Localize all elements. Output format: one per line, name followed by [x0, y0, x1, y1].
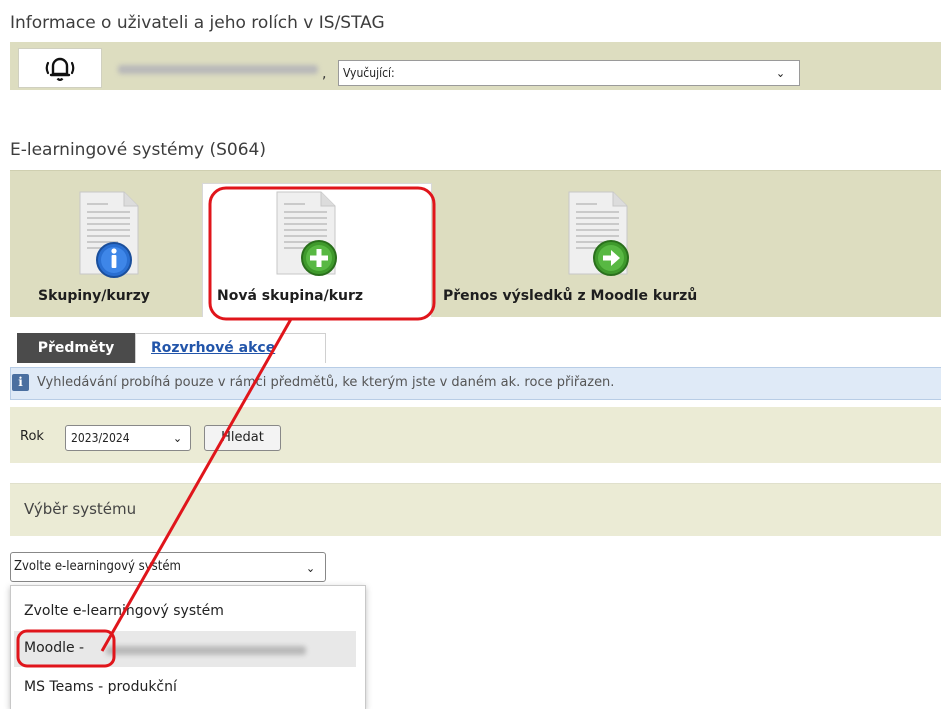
tab-predmety[interactable]: Předměty — [17, 333, 135, 363]
chevron-down-icon: ⌄ — [172, 431, 182, 445]
system-option[interactable]: Zvolte e-learningový systém — [24, 603, 224, 619]
bell-icon — [45, 57, 75, 81]
module-nova-skupina-kurz[interactable]: Nová skupina/kurz — [205, 190, 427, 316]
year-select[interactable]: 2023/2024 ⌄ — [65, 425, 191, 451]
rok-label: Rok — [20, 429, 44, 444]
year-select-value: 2023/2024 — [71, 431, 130, 445]
module-skupiny-kurzy[interactable]: Skupiny/kurzy — [20, 190, 190, 316]
system-bar — [10, 483, 941, 536]
page-title: Informace o uživateli a jeho rolích v IS… — [10, 13, 385, 33]
chevron-down-icon: ⌄ — [305, 561, 315, 575]
module-prenos-vysledku[interactable]: Přenos výsledků z Moodle kurzů — [437, 190, 777, 316]
tab-rozvrhove-akce[interactable]: Rozvrhové akce — [135, 333, 326, 363]
system-label: Výběr systému — [24, 500, 137, 518]
notifications-button[interactable] — [18, 48, 102, 88]
role-select-value: Vyučující: — [343, 66, 395, 80]
user-name-redacted — [118, 65, 318, 74]
system-select[interactable]: Zvolte e-learningový systém ⌄ — [10, 552, 326, 582]
module-label: Přenos výsledků z Moodle kurzů — [443, 288, 698, 304]
search-button[interactable]: Hledat — [204, 425, 281, 451]
system-option-moodle[interactable]: Moodle - — [24, 640, 84, 656]
system-select-value: Zvolte e-learningový systém — [14, 559, 181, 574]
user-name-separator: , — [322, 66, 327, 82]
document-arrow-right-icon — [568, 191, 629, 276]
document-plus-icon — [276, 191, 337, 276]
info-icon: i — [12, 374, 29, 391]
system-option[interactable]: MS Teams - produkční — [24, 679, 177, 695]
moodle-name-redacted — [106, 646, 306, 655]
chevron-down-icon: ⌄ — [775, 66, 785, 80]
info-text: Vyhledávání probíhá pouze v rámci předmě… — [37, 375, 615, 390]
section-title: E-learningové systémy (S064) — [10, 140, 266, 160]
role-select[interactable]: Vyučující: ⌄ — [338, 60, 800, 86]
module-label: Nová skupina/kurz — [217, 288, 364, 304]
document-info-icon — [79, 191, 139, 278]
module-label: Skupiny/kurzy — [38, 288, 150, 304]
